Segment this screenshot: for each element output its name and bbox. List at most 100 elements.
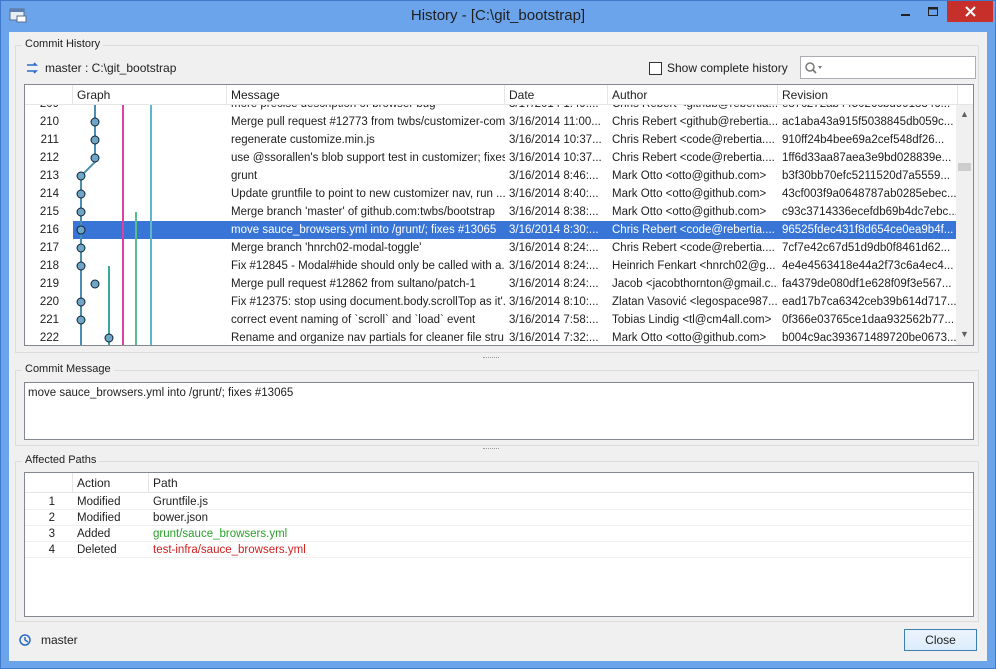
maximize-icon bbox=[927, 6, 938, 16]
commit-table-scrollbar[interactable]: ▲ ▼ bbox=[956, 105, 973, 345]
column-header-author[interactable]: Author bbox=[608, 85, 778, 105]
commit-revision-cell: fa4379de080df1e628f09f3e567... bbox=[782, 278, 952, 290]
row-number: 4 bbox=[48, 544, 55, 556]
commit-table-header: Graph Message Date Author Revision bbox=[25, 85, 973, 105]
commit-node bbox=[76, 261, 86, 271]
show-complete-history-option[interactable]: Show complete history bbox=[649, 61, 788, 75]
maximize-button[interactable] bbox=[919, 1, 946, 22]
commit-message-text[interactable]: move sauce_browsers.yml into /grunt/; fi… bbox=[24, 382, 974, 440]
scroll-up-icon[interactable]: ▲ bbox=[959, 109, 970, 120]
commit-node bbox=[76, 171, 86, 181]
commit-revision-cell: ac1aba43a915f5038845db059c... bbox=[782, 116, 954, 128]
commit-node bbox=[76, 189, 86, 199]
commit-date-cell: 3/16/2014 8:24:... bbox=[509, 242, 599, 254]
affected-path-row[interactable]: 3 Added grunt/sauce_browsers.yml bbox=[25, 526, 973, 542]
search-icon bbox=[805, 62, 822, 74]
rownum-header bbox=[25, 473, 73, 493]
close-button[interactable]: Close bbox=[904, 629, 977, 651]
row-number: 217 bbox=[39, 242, 59, 254]
commit-date-cell: 3/16/2014 8:40:... bbox=[509, 188, 599, 200]
branch-indicator: master : C:\git_bootstrap bbox=[26, 61, 176, 75]
client-area: Commit History master : C:\git_bootstrap… bbox=[9, 32, 987, 661]
branch-text: master : C:\git_bootstrap bbox=[45, 61, 177, 75]
commit-message-group: Commit Message move sauce_browsers.yml i… bbox=[15, 363, 979, 446]
title-bar: History - [C:\git_bootstrap] bbox=[1, 1, 995, 32]
row-number: 210 bbox=[39, 116, 59, 128]
status-branch: master bbox=[41, 633, 78, 647]
column-header-action[interactable]: Action bbox=[73, 473, 149, 493]
commit-message-label: Commit Message bbox=[22, 363, 114, 375]
commit-author-cell: Heinrich Fenkart <hnrch02@g... bbox=[612, 260, 776, 272]
row-number: 219 bbox=[39, 278, 59, 290]
rownum-header bbox=[25, 85, 73, 105]
commit-author-cell: Chris Rebert <code@rebertia.... bbox=[612, 134, 775, 146]
commit-date-cell: 3/16/2014 8:38:... bbox=[509, 206, 599, 218]
commit-history-group: Commit History master : C:\git_bootstrap… bbox=[15, 38, 979, 353]
commit-node bbox=[76, 243, 86, 253]
path-cell: grunt/sauce_browsers.yml bbox=[153, 528, 288, 540]
column-header-date[interactable]: Date bbox=[505, 85, 608, 105]
commit-node bbox=[90, 153, 100, 163]
commit-message-cell: move sauce_browsers.yml into /grunt/; fi… bbox=[231, 224, 497, 236]
commit-revision-cell: 1ff6d33aa87aea3e9bd028839e... bbox=[782, 152, 952, 164]
column-header-message[interactable]: Message bbox=[227, 85, 505, 105]
column-header-revision[interactable]: Revision bbox=[778, 85, 958, 105]
commit-date-cell: 3/16/2014 10:37... bbox=[509, 134, 602, 146]
commit-history-label: Commit History bbox=[22, 38, 104, 50]
minimize-icon bbox=[900, 13, 910, 16]
commit-author-cell: Tobias Lindig <tl@cm4all.com> bbox=[612, 314, 772, 326]
row-number: 211 bbox=[40, 134, 59, 146]
commit-author-cell: Mark Otto <otto@github.com> bbox=[612, 332, 767, 344]
window-title: History - [C:\git_bootstrap] bbox=[410, 7, 586, 24]
column-header-path[interactable]: Path bbox=[149, 473, 973, 493]
commit-revision-cell: 96525fdec431f8d654ce0ea9b4f... bbox=[782, 224, 954, 236]
commit-message-cell: Merge pull request #12862 from sultano/p… bbox=[231, 278, 476, 290]
commit-author-cell: Mark Otto <otto@github.com> bbox=[612, 188, 767, 200]
row-number: 216 bbox=[25, 221, 73, 239]
path-cell: Gruntfile.js bbox=[153, 496, 208, 508]
row-number: 218 bbox=[39, 260, 59, 272]
commit-message-cell: regenerate customize.min.js bbox=[231, 134, 375, 146]
commit-date-cell: 3/16/2014 10:37... bbox=[509, 152, 602, 164]
affected-paths-table[interactable]: Action Path 1 Modified Gruntfile.js 2 Modifi… bbox=[24, 472, 974, 617]
commit-node bbox=[104, 333, 114, 343]
commit-revision-cell: b004c9ac393671489720be0673... bbox=[782, 332, 957, 344]
commit-author-cell: Chris Rebert <github@rebertia... bbox=[612, 116, 778, 128]
commit-author-cell: Chris Rebert <code@rebertia.... bbox=[612, 224, 775, 236]
commit-node bbox=[90, 117, 100, 127]
show-complete-history-checkbox[interactable] bbox=[649, 61, 662, 75]
commit-message-cell: Fix #12845 - Modal#hide should only be c… bbox=[231, 260, 505, 272]
commit-revision-cell: c93c3714336ecefdb69b4dc7ebc... bbox=[782, 206, 958, 218]
commit-date-cell: 3/16/2014 8:46:... bbox=[509, 170, 599, 182]
row-number: 213 bbox=[39, 170, 59, 182]
commit-message-cell: correct event naming of `scroll` and `lo… bbox=[231, 314, 476, 326]
scroll-thumb[interactable] bbox=[958, 163, 971, 171]
affected-paths-label: Affected Paths bbox=[22, 454, 100, 466]
path-action-cell: Added bbox=[77, 528, 111, 540]
row-number: 1 bbox=[48, 496, 55, 508]
history-window: History - [C:\git_bootstrap] Commit Hist… bbox=[0, 0, 996, 669]
close-window-button[interactable] bbox=[947, 1, 993, 22]
affected-path-row[interactable]: 1 Modified Gruntfile.js bbox=[25, 494, 973, 510]
row-number: 3 bbox=[48, 528, 55, 540]
commit-message-cell: grunt bbox=[231, 170, 258, 182]
commit-date-cell: 3/16/2014 8:10:... bbox=[509, 296, 599, 308]
affected-path-row[interactable]: 4 Deleted test-infra/sauce_browsers.yml bbox=[25, 542, 973, 558]
commit-history-table[interactable]: Graph Message Date Author Revision 209mo… bbox=[24, 84, 974, 346]
commit-revision-cell: 43cf003f9a0648787ab0285ebec... bbox=[782, 188, 957, 200]
affected-path-row[interactable]: 2 Modified bower.json bbox=[25, 510, 973, 526]
branch-status-icon bbox=[19, 634, 31, 646]
search-input[interactable] bbox=[800, 56, 976, 79]
row-number: 212 bbox=[39, 152, 59, 164]
scroll-down-icon[interactable]: ▼ bbox=[959, 329, 970, 340]
commit-message-cell: Merge branch 'master' of github.com:twbs… bbox=[231, 206, 495, 218]
splitter-history-message[interactable] bbox=[9, 357, 987, 361]
column-header-graph[interactable]: Graph bbox=[73, 85, 227, 105]
commit-message-cell: Fix #12375: stop using document.body.scr… bbox=[231, 296, 505, 308]
commit-revision-cell: 7cf7e42c67d51d9db0f8461d62... bbox=[782, 242, 951, 254]
splitter-message-paths[interactable] bbox=[9, 448, 987, 452]
splitter-grip bbox=[483, 357, 499, 360]
commit-author-cell: Zlatan Vasović <legospace987... bbox=[612, 296, 778, 308]
commit-graph bbox=[76, 105, 152, 345]
minimize-button[interactable] bbox=[892, 1, 919, 22]
